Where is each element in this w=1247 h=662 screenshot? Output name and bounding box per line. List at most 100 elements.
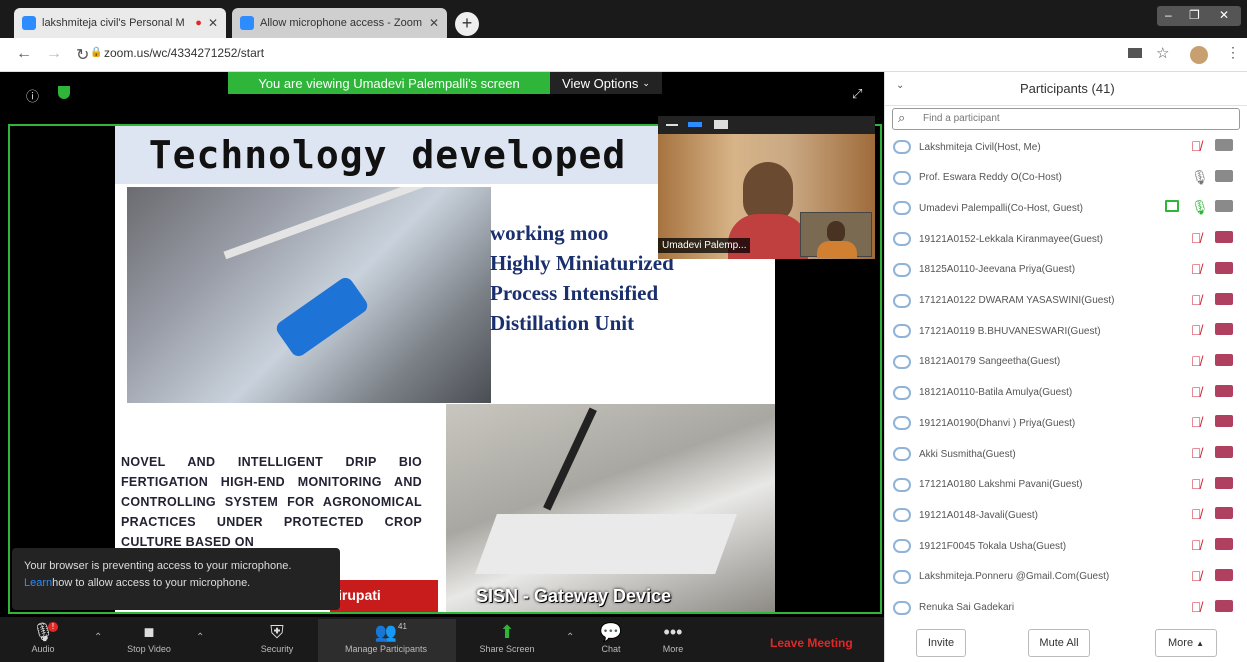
browser-tab-active[interactable]: lakshmiteja civil's Personal M ● ✕ [14,8,226,38]
avatar-icon [893,385,911,400]
participant-row[interactable]: Prof. Eswara Reddy O(Co-Host) 🎙 [893,163,1243,193]
security-label: Security [260,644,294,654]
participant-row[interactable]: 19121A0190(Dhanvi ) Priya(Guest) 🎙̸ [893,408,1243,438]
participant-name: Lakshmiteja.Ponneru @Gmail.Com(Guest) [919,571,1110,583]
invite-label: Invite [927,637,955,649]
profile-avatar[interactable] [1190,46,1208,64]
slide-left-text: NOVEL AND INTELLIGENT DRIP BIO FERTIGATI… [121,455,422,549]
participant-name: Umadevi Palempalli(Co-Host, Guest) [919,202,1083,214]
participant-row[interactable]: Renuka Sai Gadekari 🎙̸ [893,593,1243,623]
slide-caption: SISN - Gateway Device [476,586,672,606]
collapse-chevron-icon[interactable]: ⌄ [896,80,904,91]
camera-off-icon [1215,415,1233,428]
participant-row[interactable]: Lakshmiteja.Ponneru @Gmail.Com(Guest) 🎙̸ [893,562,1243,592]
menu-dots-icon[interactable]: ⋮ [1226,44,1240,61]
view-options-label: View Options [562,75,639,91]
audio-button[interactable]: 🎙 Audio [4,620,82,654]
strip-view-icon[interactable] [688,122,702,127]
security-button[interactable]: ⛨ Security [238,620,316,654]
sharing-screen-icon [1165,200,1179,213]
browser-tab[interactable]: Allow microphone access - Zoom ✕ [232,8,447,38]
minimize-icon[interactable]: – [1165,8,1172,22]
full-view-icon[interactable] [714,120,728,129]
audio-caret-icon[interactable]: ⌃ [94,632,102,643]
participant-row[interactable]: 18121A0179 Sangeetha(Guest) 🎙̸ [893,347,1243,377]
mic-muted-icon: 🎙̸ [1191,291,1202,308]
maximize-icon[interactable]: ❐ [1189,8,1200,22]
zoom-favicon-icon [22,16,36,30]
viewing-screen-banner: You are viewing Umadevi Palempalli's scr… [228,72,550,94]
lock-icon: 🔒 [90,47,103,58]
avatar-icon [893,539,911,554]
learn-link[interactable]: Learn [24,577,52,589]
participant-row[interactable]: Umadevi Palempalli(Co-Host, Guest) 🎙 [893,193,1243,223]
avatar-icon [893,201,911,216]
participant-row[interactable]: Lakshmiteja Civil(Host, Me) 🎙̸ [893,132,1243,162]
stop-video-button[interactable]: ■ Stop Video [110,620,188,654]
slide-text-line: Distillation Unit [490,311,635,335]
back-icon[interactable]: ← [16,45,32,63]
participant-row[interactable]: 17121A0180 Lakshmi Pavani(Guest) 🎙̸ [893,470,1243,500]
avatar-icon [893,262,911,277]
leave-meeting-button[interactable]: Leave Meeting [770,636,853,650]
mute-all-button[interactable]: Mute All [1028,629,1090,657]
participant-search-input[interactable]: Find a participant [892,108,1240,130]
view-options-button[interactable]: View Options ⌄ [550,72,662,94]
participants-icon: 👥 [374,622,398,642]
audio-label: Audio [31,644,55,654]
mic-muted-icon: 🎙̸ [1191,506,1202,523]
audio-alert-badge: ! [48,622,58,632]
camera-off-icon [1215,231,1233,244]
camera-icon [1215,169,1233,182]
more-button[interactable]: ••• More [634,620,712,654]
cast-icon[interactable] [1128,48,1142,58]
slide-title: Technology developed [115,126,660,184]
video-caret-icon[interactable]: ⌃ [196,632,204,643]
participant-row[interactable]: 19121F0045 Tokala Usha(Guest) 🎙̸ [893,531,1243,561]
close-tab-icon[interactable]: ✕ [208,16,218,30]
video-panel-header[interactable] [658,116,875,134]
participant-row[interactable]: 17121A0119 B.BHUVANESWARI(Guest) 🎙̸ [893,316,1243,346]
participant-row[interactable]: Akki Susmitha(Guest) 🎙̸ [893,439,1243,469]
info-icon[interactable]: ⓘ [26,86,39,105]
new-tab-icon[interactable]: + [455,12,479,36]
mic-on-icon: 🎙 [1191,168,1209,185]
mic-on-icon: 🎙 [1191,199,1209,216]
camera-off-icon [1215,476,1233,489]
minimize-video-icon[interactable] [666,124,678,126]
banner-text: You are viewing Umadevi Palempalli's scr… [258,75,520,91]
participant-row[interactable]: 17121A0122 DWARAM YASASWINI(Guest) 🎙̸ [893,286,1243,316]
participant-row[interactable]: 19121A0148-Javali(Guest) 🎙̸ [893,500,1243,530]
fullscreen-icon[interactable]: ⤢ [852,86,862,102]
avatar-icon [893,170,911,185]
participant-name: 17121A0119 B.BHUVANESWARI(Guest) [919,325,1101,337]
avatar-icon [893,569,911,584]
reload-icon[interactable]: ↻ [76,45,89,65]
mic-muted-icon: 🎙̸ [1191,537,1202,554]
url-text[interactable]: zoom.us/wc/4334271252/start [104,46,264,60]
panel-more-button[interactable]: More ▲ [1155,629,1217,657]
manage-participants-button[interactable]: 👥 Manage Participants [328,620,444,654]
security-shield-icon: ⛨ [270,622,284,642]
avatar-icon [893,477,911,492]
forward-icon[interactable]: → [46,45,62,63]
share-screen-button[interactable]: ⬆ Share Screen [468,620,546,654]
bookmark-star-icon[interactable]: ☆ [1156,44,1169,62]
chat-label: Chat [601,644,621,654]
self-video[interactable] [800,212,872,258]
close-window-icon[interactable]: ✕ [1219,8,1229,22]
mic-muted-icon: 🎙̸ [1191,598,1202,615]
participant-row[interactable]: 19121A0152-Lekkala Kiranmayee(Guest) 🎙̸ [893,224,1243,254]
camera-off-icon [1215,568,1233,581]
mic-muted-icon: 🎙̸ [1191,138,1202,154]
avatar-icon [893,324,911,339]
invite-button[interactable]: Invite [916,629,966,657]
camera-off-icon [1215,446,1233,458]
participant-row[interactable]: 18121A0110-Batila Amulya(Guest) 🎙̸ [893,378,1243,408]
close-tab-icon[interactable]: ✕ [429,16,439,30]
window-controls[interactable]: – ❐ ✕ [1157,6,1241,26]
participant-row[interactable]: 18125A0110-Jeevana Priya(Guest) 🎙̸ [893,255,1243,285]
mic-muted-icon: 🎙̸ [1191,445,1202,461]
camera-off-icon [1215,507,1233,520]
participant-name: 17121A0180 Lakshmi Pavani(Guest) [919,479,1083,491]
